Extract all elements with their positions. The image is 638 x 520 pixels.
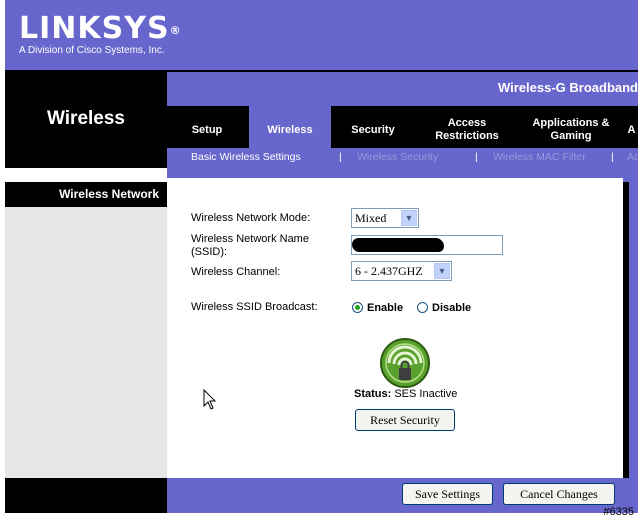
content-top-strip bbox=[167, 168, 638, 178]
subtab-advanced-partial[interactable]: Ad bbox=[627, 151, 638, 163]
logo-subtitle: A Division of Cisco Systems, Inc. bbox=[19, 45, 165, 56]
footer-left-block bbox=[5, 478, 167, 513]
subtab-wireless-security[interactable]: Wireless Security bbox=[357, 151, 438, 163]
tab-administration-partial[interactable]: A bbox=[625, 106, 638, 148]
network-mode-select[interactable]: Mixed ▼ bbox=[351, 208, 419, 228]
sub-tabs: Basic Wireless Settings | Wireless Secur… bbox=[167, 148, 638, 168]
left-panel-gap bbox=[5, 168, 167, 182]
subtab-basic-wireless-settings[interactable]: Basic Wireless Settings bbox=[191, 151, 301, 163]
sidebar-item-wireless-network: Wireless Network bbox=[5, 182, 167, 207]
tab-applications-gaming[interactable]: Applications & Gaming bbox=[523, 106, 619, 148]
tab-wireless[interactable]: Wireless bbox=[249, 106, 331, 148]
broadcast-enable-label[interactable]: Enable bbox=[367, 302, 403, 314]
ses-button-icon[interactable] bbox=[379, 337, 431, 389]
subtab-separator: | bbox=[611, 151, 614, 163]
product-title: Wireless-G Broadband bbox=[497, 80, 638, 95]
watermark: #6335 bbox=[603, 506, 634, 518]
left-panel bbox=[5, 168, 167, 478]
channel-label: Wireless Channel: bbox=[191, 266, 281, 278]
network-mode-value: Mixed bbox=[355, 211, 387, 225]
registered-mark: ® bbox=[169, 24, 182, 37]
mouse-cursor-icon bbox=[203, 388, 217, 411]
ses-status-label: Status: bbox=[354, 388, 392, 400]
tab-access-restrictions[interactable]: Access Restrictions bbox=[425, 106, 509, 148]
network-name-label-line1: Wireless Network Name bbox=[191, 233, 309, 245]
chevron-down-icon: ▼ bbox=[434, 263, 450, 279]
tab-security[interactable]: Security bbox=[333, 106, 413, 148]
tab-setup[interactable]: Setup bbox=[167, 106, 247, 148]
save-settings-button[interactable]: Save Settings bbox=[402, 483, 493, 505]
channel-select[interactable]: 6 - 2.437GHZ ▼ bbox=[351, 261, 452, 281]
broadcast-disable-label[interactable]: Disable bbox=[432, 302, 471, 314]
subtab-separator: | bbox=[475, 151, 478, 163]
subtab-separator: | bbox=[339, 151, 342, 163]
ses-status-value: SES Inactive bbox=[394, 388, 458, 400]
redacted-ssid bbox=[352, 238, 444, 252]
reset-security-button[interactable]: Reset Security bbox=[355, 409, 455, 431]
linksys-logo: LINKSYS® A Division of Cisco Systems, In… bbox=[5, 0, 181, 70]
network-mode-label: Wireless Network Mode: bbox=[191, 212, 311, 224]
logo-wordmark: LINKSYS bbox=[19, 11, 170, 46]
page-section-title: Wireless bbox=[47, 108, 125, 129]
broadcast-enable-radio[interactable] bbox=[352, 302, 363, 313]
broadcast-disable-radio[interactable] bbox=[417, 302, 428, 313]
network-name-label: Wireless Network Name (SSID): bbox=[191, 233, 309, 259]
main-tabs: Setup Wireless Security Access Restricti… bbox=[167, 106, 638, 148]
chevron-down-icon: ▼ bbox=[401, 210, 417, 226]
network-name-label-line2: (SSID): bbox=[191, 246, 228, 258]
ses-status: Status: SES Inactive bbox=[354, 388, 457, 400]
cancel-changes-button[interactable]: Cancel Changes bbox=[503, 483, 615, 505]
subtab-wireless-mac-filter[interactable]: Wireless MAC Filter bbox=[493, 151, 586, 163]
ssid-broadcast-label: Wireless SSID Broadcast: bbox=[191, 301, 318, 313]
ssid-input[interactable] bbox=[351, 235, 503, 255]
right-strip-inner bbox=[623, 182, 629, 478]
channel-value: 6 - 2.437GHZ bbox=[355, 264, 423, 278]
